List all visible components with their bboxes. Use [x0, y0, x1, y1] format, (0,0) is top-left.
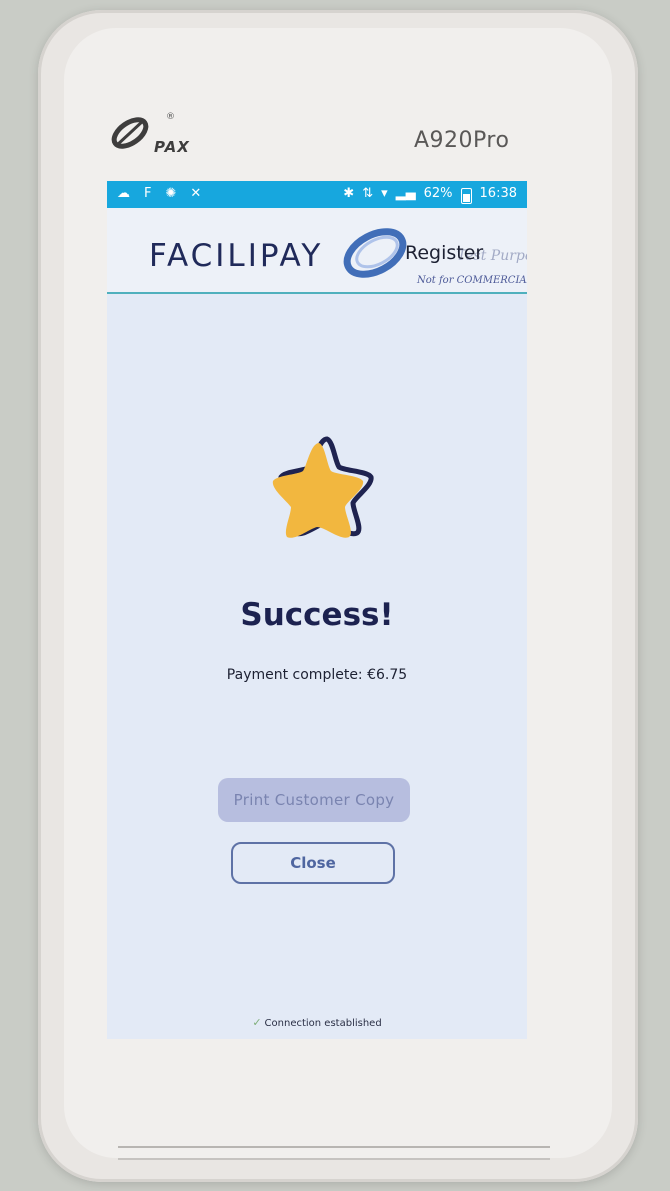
wifi-icon: ▾ [381, 186, 388, 201]
signal-icon: ▂▄ [395, 186, 416, 201]
success-title: Success! [240, 597, 394, 633]
battery-icon [460, 188, 472, 204]
watermark-not-commercial: Not for COMMERCIAL USE [417, 275, 527, 286]
terminal-screen: ☁ F ✺ ✕ ✱ ⇅ ▾ ▂▄ 62% 16:38 Test Purposes… [107, 181, 527, 1039]
check-icon: ✓ [252, 1016, 262, 1029]
app-header: Test Purposes only Not for COMMERCIAL US… [107, 208, 527, 294]
clock: 16:38 [479, 186, 517, 201]
cloud-upload-icon: ☁ [117, 186, 130, 201]
connection-status-text: Connection established [264, 1018, 382, 1029]
model-name: A920Pro [414, 128, 510, 153]
bluetooth-icon: ✱ [343, 186, 355, 201]
f-icon: F [144, 186, 152, 201]
battery-percent: 62% [423, 186, 453, 201]
pax-swirl-icon [111, 117, 149, 149]
register-label: Register [405, 242, 484, 264]
registered-mark: ® [166, 112, 175, 122]
pax-logo: ® PAX [108, 112, 218, 156]
connection-status: ✓ Connection established [107, 1016, 527, 1029]
card-slot [118, 1146, 550, 1160]
data-arrows-icon: ⇅ [362, 186, 374, 201]
status-notifications: ☁ F ✺ ✕ [117, 185, 201, 203]
close-button[interactable]: Close [231, 842, 395, 884]
status-bar: ☁ F ✺ ✕ ✱ ⇅ ▾ ▂▄ 62% 16:38 [107, 181, 527, 208]
no-sim-icon: ✕ [190, 186, 202, 201]
success-star-icon [272, 436, 374, 538]
facilipay-logo: FACILIPAY [149, 238, 324, 274]
payment-message: Payment complete: €6.75 [226, 667, 408, 683]
status-system: ✱ ⇅ ▾ ▂▄ 62% 16:38 [343, 185, 517, 204]
brand-name: PAX [154, 138, 190, 156]
print-customer-copy-button[interactable]: Print Customer Copy [218, 778, 410, 822]
loading-icon: ✺ [165, 186, 177, 201]
